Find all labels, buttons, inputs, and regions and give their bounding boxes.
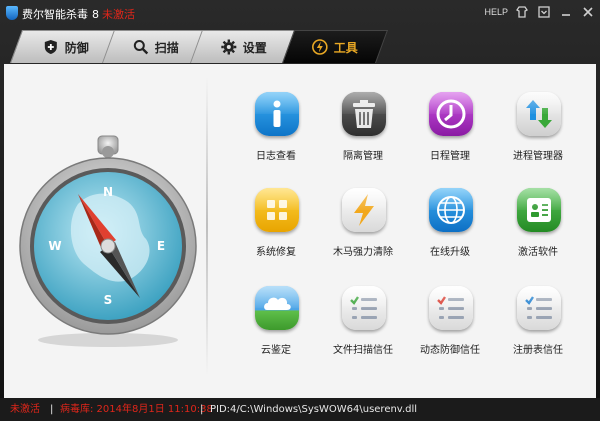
app-window: 费尔智能杀毒 8 未激活 HELP 防御 扫描 设置 工具 N E S W 日志… — [0, 0, 600, 421]
app-version: 8 — [92, 8, 99, 21]
tool-label: 动态防御信任 — [420, 345, 480, 356]
clock-icon — [429, 92, 473, 136]
checklist-icon — [429, 286, 473, 330]
tool-trojan-removal[interactable]: 木马强力清除 — [320, 188, 406, 262]
tool-label: 激活软件 — [518, 247, 558, 258]
status-bar: 未激活 | 病毒库: 2014年8月1日 11:10:38 | PID:4/C:… — [0, 398, 600, 421]
app-logo-icon — [6, 6, 18, 20]
skin-icon[interactable] — [514, 4, 530, 20]
checklist-icon — [517, 286, 561, 330]
tool-activate[interactable]: 激活软件 — [495, 188, 581, 262]
magnifier-icon — [133, 40, 149, 55]
tool-label: 系统修复 — [256, 247, 296, 258]
activation-status[interactable]: 未激活 — [10, 398, 40, 421]
tool-registry-trust[interactable]: 注册表信任 — [495, 286, 581, 360]
compass-letter-s: S — [104, 293, 113, 307]
shield-icon — [44, 40, 57, 54]
tool-system-repair[interactable]: 系统修复 — [233, 188, 319, 262]
tool-schedule[interactable]: 日程管理 — [407, 92, 493, 166]
app-name: 费尔智能杀毒 — [22, 8, 88, 21]
compass-icon: N E S W — [19, 135, 197, 347]
compass-letter-e: E — [157, 239, 165, 253]
info-icon — [255, 92, 299, 136]
menu-icon[interactable] — [536, 4, 552, 20]
minimize-icon[interactable] — [558, 4, 574, 20]
tab-label: 工具 — [333, 40, 358, 55]
virus-db-date: 病毒库: 2014年8月1日 11:10:38 — [60, 404, 213, 415]
tab-settings[interactable]: 设置 — [189, 30, 299, 63]
lightning-icon — [312, 39, 328, 55]
close-icon[interactable] — [580, 4, 596, 20]
tool-file-scan-trust[interactable]: 文件扫描信任 — [320, 286, 406, 360]
tool-label: 日志查看 — [256, 151, 296, 162]
compass-letter-w: W — [48, 239, 61, 253]
tool-label: 日程管理 — [430, 151, 470, 162]
process-path: PID:4/C:\Windows\SysWOW64\userenv.dll — [210, 404, 418, 415]
gear-icon — [221, 39, 237, 55]
trash-icon — [342, 92, 386, 136]
updown-arrows-icon — [517, 92, 561, 136]
panel-divider — [206, 76, 208, 376]
tool-dynamic-defense-trust[interactable]: 动态防御信任 — [407, 286, 493, 360]
tool-online-update[interactable]: 在线升级 — [407, 188, 493, 262]
lightning-icon — [342, 188, 386, 232]
tool-quarantine[interactable]: 隔离管理 — [320, 92, 406, 166]
tools-panel: N E S W 日志查看 隔离管理 日程管理 进程管理器 系统修复 木马强力清除… — [4, 64, 596, 398]
tab-label: 扫描 — [154, 40, 179, 55]
tool-label: 云鉴定 — [261, 345, 291, 356]
tool-label: 在线升级 — [430, 247, 470, 258]
id-card-icon — [517, 188, 561, 232]
cloud-icon — [255, 286, 299, 330]
status-separator: | — [200, 404, 204, 415]
help-link[interactable]: HELP — [484, 7, 508, 17]
activation-badge: 未激活 — [102, 8, 135, 21]
title-bar: 费尔智能杀毒 8 未激活 HELP — [0, 0, 600, 26]
tab-bar: 防御 扫描 设置 工具 — [0, 28, 600, 64]
tool-process-manager[interactable]: 进程管理器 — [495, 92, 581, 166]
tiles-icon — [255, 188, 299, 232]
tool-label: 进程管理器 — [513, 151, 563, 162]
tab-label: 防御 — [64, 40, 89, 55]
tool-cloud-identify[interactable]: 云鉴定 — [233, 286, 319, 360]
tool-log-viewer[interactable]: 日志查看 — [233, 92, 319, 166]
status-separator: | — [50, 404, 54, 415]
checklist-icon — [342, 286, 386, 330]
tool-label: 文件扫描信任 — [333, 345, 393, 356]
tool-label: 木马强力清除 — [333, 247, 393, 258]
tool-label: 隔离管理 — [343, 151, 383, 162]
app-title: 费尔智能杀毒 8 未激活 — [22, 6, 135, 22]
window-controls: HELP — [484, 4, 596, 20]
tab-label: 设置 — [242, 40, 267, 55]
tool-label: 注册表信任 — [513, 345, 563, 356]
compass-letter-n: N — [103, 185, 113, 199]
compass-illustration: N E S W — [18, 134, 200, 354]
tab-tools[interactable]: 工具 — [281, 30, 389, 63]
globe-icon — [429, 188, 473, 232]
